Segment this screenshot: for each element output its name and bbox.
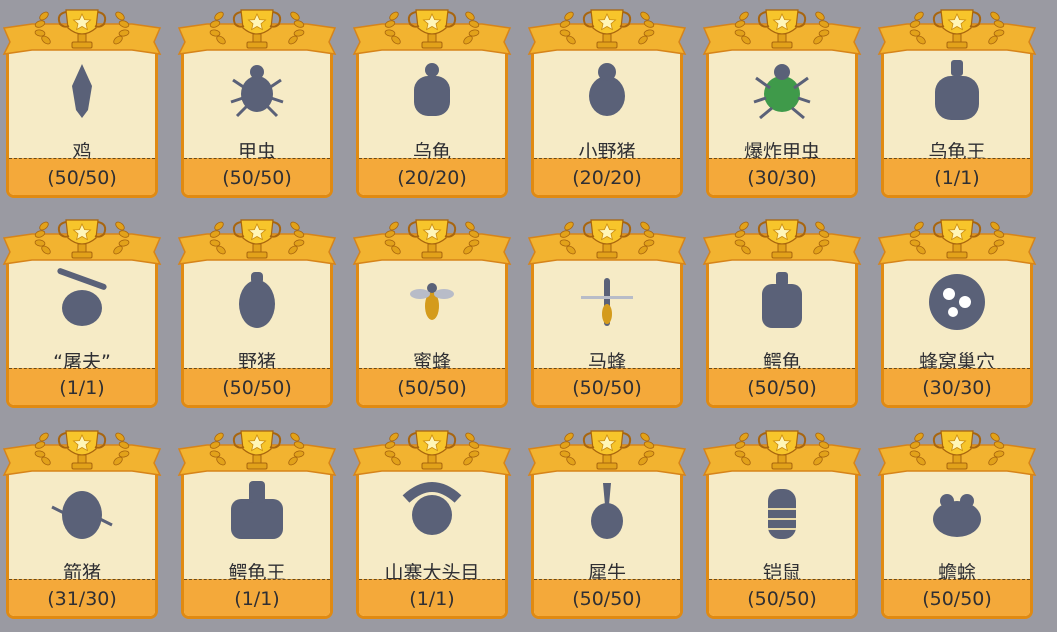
achievement-card[interactable]: 甲虫 (50/50)	[177, 2, 337, 198]
achievement-progress: (31/30)	[47, 588, 117, 610]
porcupine-icon	[51, 491, 113, 539]
trophy-banner	[877, 430, 1037, 476]
achievement-footer: (50/50)	[709, 579, 855, 616]
trophy-banner	[702, 430, 862, 476]
achievement-card[interactable]: 马蜂 (50/50)	[527, 212, 687, 408]
achievement-card[interactable]: 犀牛 (50/50)	[527, 423, 687, 619]
achievement-card[interactable]: 蟾蜍 (50/50)	[877, 423, 1037, 619]
achievement-card[interactable]: 蜜蜂 (50/50)	[352, 212, 512, 408]
achievement-footer: (1/1)	[9, 368, 155, 405]
trophy-banner	[527, 9, 687, 55]
achievement-progress: (50/50)	[572, 588, 642, 610]
achievement-card[interactable]: 乌龟 (20/20)	[352, 2, 512, 198]
achievement-card[interactable]: 蜂窝巢穴 (30/30)	[877, 212, 1037, 408]
achievement-card[interactable]: 小野猪 (20/20)	[527, 2, 687, 198]
achievement-footer: (50/50)	[534, 579, 680, 616]
achievement-footer: (50/50)	[184, 158, 330, 195]
achievement-progress: (30/30)	[747, 167, 817, 189]
achievement-card[interactable]: “屠夫” (1/1)	[2, 212, 162, 408]
trophy-banner	[2, 219, 162, 265]
trophy-banner	[352, 9, 512, 55]
achievement-progress: (50/50)	[222, 167, 292, 189]
achievement-card[interactable]: 山寨大头目 (1/1)	[352, 423, 512, 619]
achievement-card[interactable]: 铠鼠 (50/50)	[702, 423, 862, 619]
rhino-icon	[591, 483, 623, 539]
achievement-progress: (50/50)	[922, 588, 992, 610]
wasp-icon	[581, 278, 633, 326]
achievement-progress: (50/50)	[397, 377, 467, 399]
trophy-banner	[527, 219, 687, 265]
achievement-footer: (50/50)	[359, 368, 505, 405]
achievement-footer: (50/50)	[884, 579, 1030, 616]
trophy-banner	[352, 219, 512, 265]
bee-icon	[410, 283, 454, 320]
trophy-banner	[877, 219, 1037, 265]
trophy-banner	[352, 430, 512, 476]
achievement-grid: 鸡 (50/50) 甲虫 (50/50) 乌龟 (20/20) 小野猪 (20/…	[0, 0, 1057, 632]
trophy-banner	[177, 430, 337, 476]
achievement-progress: (1/1)	[234, 588, 280, 610]
achievement-card[interactable]: 鸡 (50/50)	[2, 2, 162, 198]
trophy-banner	[2, 430, 162, 476]
achievement-card[interactable]: 鳄龟 (50/50)	[702, 212, 862, 408]
turtle-king-icon	[935, 60, 979, 120]
achievement-progress: (1/1)	[934, 167, 980, 189]
hive-icon	[929, 274, 985, 330]
small-boar-icon	[589, 63, 625, 116]
achievement-card[interactable]: 野猪 (50/50)	[177, 212, 337, 408]
achievement-footer: (50/50)	[709, 368, 855, 405]
achievement-card[interactable]: 爆炸甲虫 (30/30)	[702, 2, 862, 198]
achievement-progress: (50/50)	[747, 588, 817, 610]
achievement-card[interactable]: 乌龟王 (1/1)	[877, 2, 1037, 198]
achievement-progress: (30/30)	[922, 377, 992, 399]
chicken-icon	[72, 64, 92, 118]
beetle-icon	[230, 65, 284, 118]
trophy-banner	[702, 9, 862, 55]
explosive-beetle-icon	[753, 64, 811, 120]
trophy-banner	[527, 430, 687, 476]
achievement-progress: (50/50)	[572, 377, 642, 399]
turtle-icon	[414, 63, 450, 116]
armadillo-icon	[768, 489, 796, 539]
trophy-banner	[877, 9, 1037, 55]
achievement-footer: (30/30)	[709, 158, 855, 195]
snapping-turtle-king-icon	[231, 481, 283, 539]
achievement-footer: (50/50)	[9, 158, 155, 195]
achievement-progress: (20/20)	[572, 167, 642, 189]
achievement-footer: (50/50)	[534, 368, 680, 405]
trophy-banner	[177, 9, 337, 55]
achievement-footer: (20/20)	[359, 158, 505, 195]
achievement-footer: (50/50)	[184, 368, 330, 405]
achievement-footer: (30/30)	[884, 368, 1030, 405]
achievement-progress: (50/50)	[747, 377, 817, 399]
snapping-turtle-icon	[762, 272, 802, 328]
achievement-progress: (1/1)	[409, 588, 455, 610]
boar-icon	[239, 272, 275, 328]
achievement-footer: (31/30)	[9, 579, 155, 616]
achievement-progress: (20/20)	[397, 167, 467, 189]
trophy-banner	[702, 219, 862, 265]
achievement-progress: (1/1)	[59, 377, 105, 399]
achievement-footer: (1/1)	[359, 579, 505, 616]
achievement-progress: (50/50)	[47, 167, 117, 189]
toad-icon	[933, 494, 981, 537]
trophy-banner	[2, 9, 162, 55]
bandit-chief-icon	[402, 482, 462, 535]
achievement-footer: (1/1)	[884, 158, 1030, 195]
butcher-icon	[57, 268, 107, 326]
trophy-banner	[177, 219, 337, 265]
achievement-card[interactable]: 鳄龟王 (1/1)	[177, 423, 337, 619]
achievement-card[interactable]: 箭猪 (31/30)	[2, 423, 162, 619]
achievement-progress: (50/50)	[222, 377, 292, 399]
achievement-footer: (1/1)	[184, 579, 330, 616]
achievement-footer: (20/20)	[534, 158, 680, 195]
